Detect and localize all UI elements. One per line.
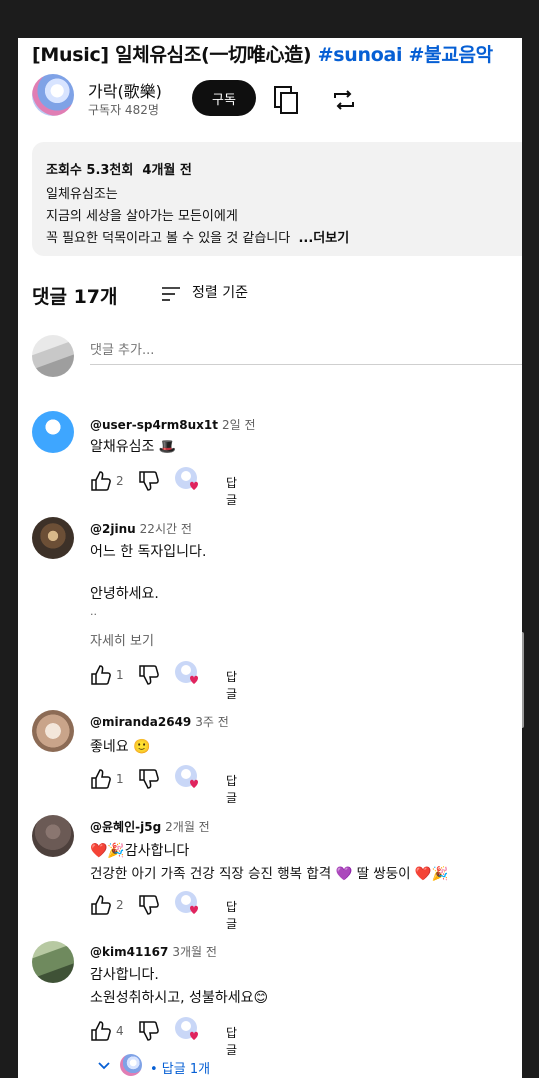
- dislike-icon[interactable]: [138, 768, 160, 790]
- current-user-avatar: [32, 335, 74, 377]
- comment-text: 좋네요 🙂: [90, 739, 151, 755]
- sort-icon[interactable]: [160, 285, 182, 303]
- repeat-icon[interactable]: [332, 88, 356, 112]
- comment-author-handle[interactable]: @miranda2649: [90, 715, 191, 729]
- comment-text: 소원성취하시고, 성불하세요😊: [90, 990, 269, 1006]
- commenter-avatar[interactable]: [32, 411, 74, 453]
- description-line: 꼭 필요한 덕목이라고 볼 수 있을 것 같습니다 ...더보기: [46, 227, 349, 246]
- like-count: 1: [116, 772, 124, 786]
- commenter-avatar[interactable]: [32, 941, 74, 983]
- comment-author-handle[interactable]: @kim41167: [90, 945, 168, 959]
- like-count: 2: [116, 898, 124, 912]
- like-count: 2: [116, 474, 124, 488]
- channel-avatar[interactable]: [32, 74, 74, 116]
- comment-text: 어느 한 독자입니다.: [90, 544, 207, 560]
- reply-button[interactable]: 답글: [226, 898, 237, 932]
- creator-heart-icon: [175, 765, 198, 788]
- comments-count: 댓글 17개: [32, 286, 118, 308]
- reply-button[interactable]: 답글: [226, 772, 237, 806]
- like-icon[interactable]: [90, 664, 112, 686]
- dislike-icon[interactable]: [138, 1020, 160, 1042]
- reply-button[interactable]: 답글: [226, 668, 237, 702]
- view-count: 조회수 5.3천회: [46, 163, 134, 178]
- hashtag-link[interactable]: #불교음악: [409, 44, 494, 66]
- comment-time[interactable]: 3개월 전: [172, 945, 217, 959]
- comment-text: 알채유심조 🎩: [90, 439, 177, 455]
- comment-text: ..: [90, 605, 97, 618]
- description-line: 지금의 세상을 살아가는 모든이에게: [46, 209, 238, 224]
- like-icon[interactable]: [90, 1020, 112, 1042]
- comment-author[interactable]: @kim41167 3개월 전: [90, 943, 217, 960]
- hashtag-link[interactable]: #sunoai: [318, 44, 403, 66]
- like-icon[interactable]: [90, 768, 112, 790]
- comment-time[interactable]: 2일 전: [222, 418, 256, 432]
- commenter-avatar[interactable]: [32, 710, 74, 752]
- description-box[interactable]: 조회수 5.3천회 4개월 전 일체유심조는 지금의 세상을 살아가는 모든이에…: [32, 142, 522, 256]
- creator-avatar-small: [120, 1054, 142, 1076]
- copy-icon[interactable]: [274, 86, 300, 114]
- comment-time[interactable]: 2개월 전: [165, 820, 210, 834]
- reply-button[interactable]: 답글: [226, 474, 237, 508]
- comment-text: 안녕하세요.: [90, 586, 159, 602]
- description-line: 일체유심조는: [46, 187, 118, 202]
- commenter-avatar[interactable]: [32, 815, 74, 857]
- subscribe-button[interactable]: 구독: [192, 80, 256, 116]
- creator-heart-icon: [175, 1017, 198, 1040]
- window-frame-top: [0, 0, 539, 38]
- upload-age: 4개월 전: [142, 163, 192, 178]
- reply-button[interactable]: 답글: [226, 1024, 237, 1058]
- commenter-avatar[interactable]: [32, 517, 74, 559]
- comment-text: ❤️🎉감사합니다: [90, 843, 190, 859]
- show-more-link[interactable]: ...더보기: [298, 231, 349, 246]
- video-title-text: [Music] 일체유심조(一切唯心造): [32, 44, 312, 66]
- view-stats: 조회수 5.3천회 4개월 전: [46, 159, 192, 178]
- read-more-link[interactable]: 자세히 보기: [90, 630, 154, 649]
- like-count: 4: [116, 1024, 124, 1038]
- video-title: [Music] 일체유심조(一切唯心造) #sunoai #불교음악: [32, 40, 493, 67]
- comment-author-handle[interactable]: @윤혜인-j5g: [90, 820, 161, 834]
- comment-author[interactable]: @윤혜인-j5g 2개월 전: [90, 818, 210, 835]
- comment-author[interactable]: @2jinu 22시간 전: [90, 520, 192, 537]
- dislike-icon[interactable]: [138, 664, 160, 686]
- comment-text: 감사합니다.: [90, 967, 159, 983]
- creator-heart-icon: [175, 467, 198, 490]
- subscriber-count: 구독자 482명: [88, 103, 159, 117]
- dislike-icon[interactable]: [138, 470, 160, 492]
- like-count: 1: [116, 668, 124, 682]
- video-info-panel: [Music] 일체유심조(一切唯心造) #sunoai #불교음악 가락(歌樂…: [18, 38, 522, 1078]
- comment-author-handle[interactable]: @user-sp4rm8ux1t: [90, 418, 218, 432]
- comment-time[interactable]: 3주 전: [195, 715, 229, 729]
- comment-time[interactable]: 22시간 전: [140, 522, 192, 536]
- comment-author[interactable]: @miranda2649 3주 전: [90, 713, 229, 730]
- scrollbar-track[interactable]: [522, 38, 539, 1078]
- add-comment-input[interactable]: [90, 336, 522, 365]
- creator-heart-icon: [175, 891, 198, 914]
- channel-name[interactable]: 가락(歌樂): [88, 78, 162, 102]
- comment-author[interactable]: @user-sp4rm8ux1t 2일 전: [90, 416, 255, 433]
- like-icon[interactable]: [90, 894, 112, 916]
- creator-heart-icon: [175, 661, 198, 684]
- like-icon[interactable]: [90, 470, 112, 492]
- sort-button[interactable]: 정렬 기준: [192, 282, 248, 302]
- replies-count[interactable]: • 답글 1개: [150, 1058, 210, 1077]
- dislike-icon[interactable]: [138, 894, 160, 916]
- description-line-text: 꼭 필요한 덕목이라고 볼 수 있을 것 같습니다: [46, 231, 291, 246]
- chevron-down-icon: [98, 1062, 110, 1070]
- comment-author-handle[interactable]: @2jinu: [90, 522, 136, 536]
- comment-text: 건강한 아기 가족 건강 직장 승진 행복 합격 💜 딸 쌍둥이 ❤️🎉: [90, 866, 449, 882]
